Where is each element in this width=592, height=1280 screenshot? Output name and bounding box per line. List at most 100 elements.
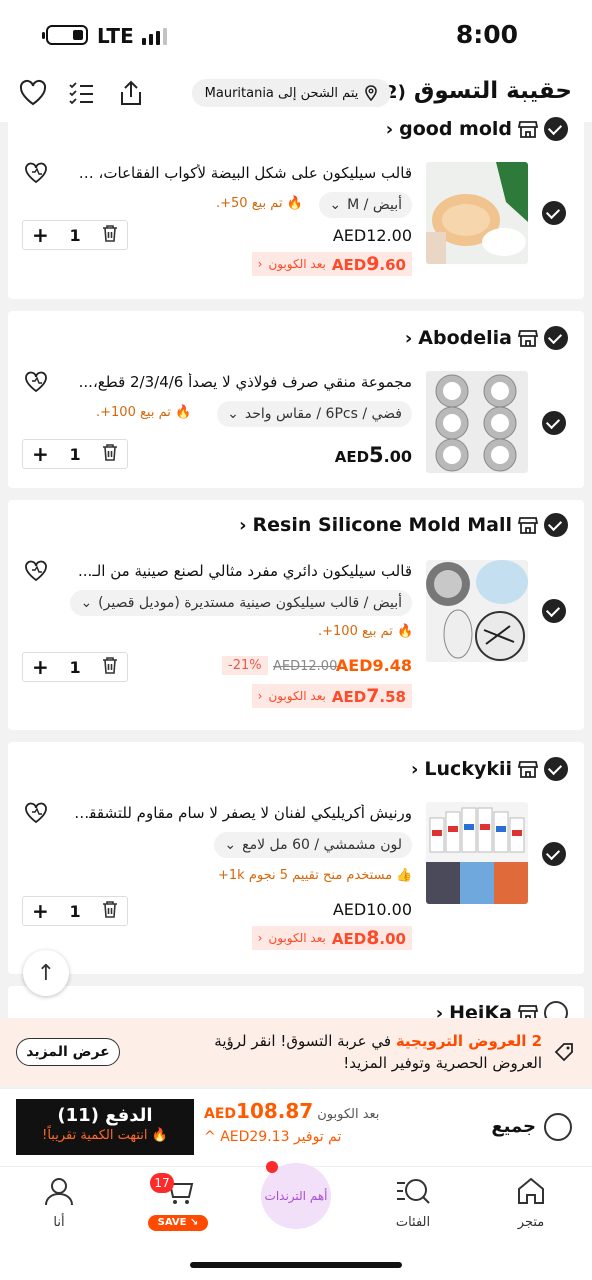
sold-count: 🔥 تم بيع 50+. [216,196,303,211]
sold-count: 🔥 تم بيع 100+. [96,405,192,420]
increase-button[interactable]: + [23,223,58,247]
store-icon [518,761,538,778]
item-checkbox[interactable] [542,599,566,623]
checkout-button[interactable]: الدفع (11) 🔥 انتهت الكمية تقريباً! [16,1099,194,1155]
chevron-down-icon: ⌄ [224,837,237,853]
store-header[interactable]: Abodelia ‹ [405,323,568,353]
store-checkbox[interactable] [544,757,568,781]
store-checkbox[interactable] [544,117,568,141]
scroll-to-top-button[interactable]: ↑ [23,950,69,996]
product-title[interactable]: مجموعة منقي صرف فولاذي لا يصدأ 2/3/4/6 ق… [74,373,412,391]
price: AED5.00 [334,443,412,467]
chevron-left-icon: ‹ [257,257,263,271]
wishlist-heart-icon[interactable] [24,560,48,582]
nav-categories[interactable]: الفئات [368,1175,458,1230]
store-icon [518,517,538,534]
increase-button[interactable]: + [23,442,58,466]
product-title[interactable]: قالب سيليكون على شكل البيضة لأكواب الفقا… [74,164,412,182]
home-icon [518,1177,544,1204]
chevron-left-icon: ‹ [257,931,263,945]
app-screen: LTE 8:00 حقيبة التسوق (12) يتم الشحن إلى… [0,0,592,1280]
battery-icon [42,25,88,45]
store-header[interactable]: good mold ‹ [386,114,568,144]
store-checkbox[interactable] [544,326,568,350]
heart-icon[interactable] [18,78,48,108]
chevron-left-icon: ‹ [411,758,419,780]
discount-badge: -21% [222,656,268,675]
signal-icon [142,28,167,45]
fire-icon: 🔥 [175,405,192,420]
view-more-button[interactable]: عرض المزيد [16,1038,120,1066]
store-checkbox[interactable] [544,513,568,537]
trash-icon[interactable] [92,656,127,678]
product-image[interactable] [426,371,528,473]
wishlist-heart-icon[interactable] [24,162,48,184]
product-image[interactable] [426,162,528,264]
store-header[interactable]: Resin Silicone Mold Mall ‹ [239,510,568,540]
variant-selector[interactable]: أبيض / M ⌄ [319,192,412,218]
select-all-checkbox[interactable] [544,1113,572,1141]
quantity-value: 1 [69,657,81,677]
quantity-stepper[interactable]: + 1 [22,652,128,682]
wishlist-heart-icon[interactable] [24,802,48,824]
price: AED12.00 [332,226,412,245]
quantity-value: 1 [69,225,81,245]
item-checkbox[interactable] [542,411,566,435]
product-image[interactable] [426,802,528,904]
product-title[interactable]: قالب سيليكون دائري مفرد مثالي لصنع صينية… [74,562,412,580]
trash-icon[interactable] [92,224,127,246]
select-all-label[interactable]: جميع [491,1116,536,1137]
share-icon[interactable] [116,78,146,108]
variant-selector[interactable]: فضي / 6Pcs / مقاس واحد ⌄ [217,401,412,427]
coupon-price: AED7.58 [331,685,406,707]
sale-price: AED9.48 [335,656,412,675]
coupon-price: AED8.00 [331,927,406,949]
store-card: Luckykii ‹ ورنيش أكريليكي لفنان لا يصفر … [8,742,584,974]
store-card: Abodelia ‹ مجموعة منقي صرف فولاذي لا يصد… [8,311,584,488]
item-checkbox[interactable] [542,842,566,866]
variant-selector[interactable]: لون مشمشي / 60 مل لامع ⌄ [214,832,412,858]
coupon-label: بعد الكوبون [268,257,326,271]
store-header[interactable]: Luckykii ‹ [411,754,568,784]
promotion-banner[interactable]: 2 العروض الترويجية في عربة التسوق! انقر … [0,1018,592,1086]
arrow-up-icon: ↑ [36,960,56,986]
chevron-left-icon: ‹ [385,118,394,140]
store-name: Resin Silicone Mold Mall [252,514,513,536]
nav-cart[interactable] [133,1175,223,1215]
wishlist-heart-icon[interactable] [24,371,48,393]
chevron-left-icon: ‹ [404,327,413,349]
increase-button[interactable]: + [23,655,58,679]
variant-selector[interactable]: أبيض / قالب سيليكون صينية مستديرة (موديل… [70,590,412,616]
nav-home[interactable]: متجر [486,1175,576,1230]
quantity-stepper[interactable]: + 1 [22,896,128,926]
quantity-value: 1 [69,901,81,921]
clock: 8:00 [455,20,518,49]
fire-icon: 🔥 [151,1128,168,1143]
fire-icon: 🔥 [286,196,303,211]
nav-me[interactable]: أنا [14,1175,104,1230]
quantity-stepper[interactable]: + 1 [22,439,128,469]
thumbs-up-icon: 👍 [396,868,413,883]
chevron-up-icon: ^ [204,1129,216,1145]
location-pin-icon [365,85,378,101]
quantity-stepper[interactable]: + 1 [22,220,128,250]
chevron-left-icon: ‹ [239,514,247,536]
product-image[interactable] [426,560,528,662]
item-checkbox[interactable] [542,201,566,225]
trash-icon[interactable] [92,443,127,465]
coupon-label: بعد الكوبون [268,931,326,945]
checklist-icon[interactable] [66,78,96,108]
savings-text[interactable]: تم توفير AED29.13 ^ [204,1129,341,1145]
cart-count-badge: 17 [150,1173,174,1193]
total-after-coupon: بعد الكوبون AED108.87 [204,1099,380,1123]
store-name: Abodelia [418,327,512,349]
increase-button[interactable]: + [23,899,58,923]
store-name: good mold [399,118,512,140]
shipping-text: يتم الشحن إلى Mauritania [204,85,359,101]
product-title[interactable]: ورنيش أكريليكي لفنان لا يصفر لا سامٍ مقا… [74,804,412,822]
status-bar: LTE 8:00 [0,0,592,66]
shipping-destination-button[interactable]: يتم الشحن إلى Mauritania [192,79,391,107]
checkout-label: الدفع (11) [57,1105,153,1126]
trash-icon[interactable] [92,900,127,922]
sold-count: 🔥 تم بيع 100+. [318,624,414,639]
